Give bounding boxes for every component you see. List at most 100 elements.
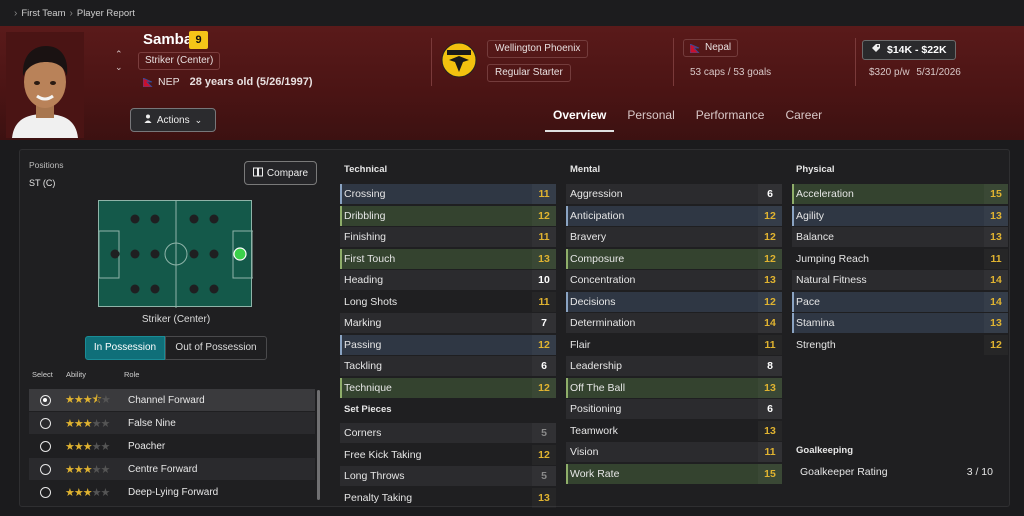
- attribute-value: 12: [532, 206, 556, 226]
- club-name[interactable]: Wellington Phoenix: [487, 40, 589, 58]
- player-nav[interactable]: ⌃ ⌄: [115, 48, 123, 74]
- attribute-row[interactable]: Positioning 6: [566, 399, 782, 419]
- attribute-row[interactable]: Free Kick Taking 12: [340, 445, 556, 465]
- role-radio[interactable]: [40, 394, 51, 406]
- attribute-name: First Touch: [344, 252, 396, 265]
- role-row[interactable]: ★★★★★ Poacher: [29, 435, 315, 457]
- attribute-row[interactable]: First Touch 13: [340, 248, 556, 269]
- attribute-row[interactable]: Teamwork 13: [566, 421, 782, 441]
- role-row[interactable]: ★★★★★ Deep-Lying Forward: [29, 481, 315, 503]
- attribute-value: 14: [984, 270, 1008, 290]
- role-radio[interactable]: [40, 440, 51, 452]
- in-possession-toggle[interactable]: In Possession: [85, 336, 165, 360]
- roles-scrollbar[interactable]: [317, 390, 320, 500]
- attribute-row[interactable]: Work Rate 15: [566, 463, 782, 484]
- breadcrumb-player-report[interactable]: Player Report: [77, 8, 135, 19]
- player-header: ⌃ ⌄ Samba 9 Striker (Center) NEP 28 year…: [0, 26, 1024, 140]
- star-icon: ★: [65, 440, 75, 453]
- attribute-row[interactable]: Anticipation 12: [566, 205, 782, 226]
- chevron-up-icon[interactable]: ⌃: [115, 48, 123, 61]
- attribute-row[interactable]: Flair 11: [566, 335, 782, 355]
- attribute-row[interactable]: Crossing 11: [340, 184, 556, 204]
- attribute-row[interactable]: Penalty Taking 13: [340, 488, 556, 508]
- attribute-row[interactable]: Vision 11: [566, 442, 782, 462]
- actions-button[interactable]: Actions ⌄: [130, 108, 216, 132]
- tab-performance[interactable]: Performance: [688, 106, 773, 132]
- attribute-row[interactable]: Finishing 11: [340, 227, 556, 247]
- star-icon: ★: [91, 486, 102, 499]
- out-of-possession-toggle[interactable]: Out of Possession: [165, 336, 267, 360]
- selected-position-name: Striker (Center): [141, 314, 211, 325]
- role-name: Channel Forward: [128, 394, 205, 406]
- attribute-name: Positioning: [570, 403, 622, 415]
- attribute-row[interactable]: Long Throws 5: [340, 466, 556, 486]
- attribute-row[interactable]: Composure 12: [566, 248, 782, 269]
- role-radio[interactable]: [40, 486, 51, 498]
- role-radio[interactable]: [40, 463, 51, 475]
- attribute-name: Jumping Reach: [796, 252, 869, 265]
- star-icon: ★: [65, 417, 75, 430]
- attribute-row[interactable]: Acceleration 15: [792, 184, 1008, 204]
- attribute-row[interactable]: Tackling 6: [340, 356, 556, 376]
- wage: $320 p/w: [869, 67, 910, 78]
- attribute-row[interactable]: Jumping Reach 11: [792, 249, 1008, 269]
- role-row[interactable]: ★★★★★ False Nine: [29, 412, 315, 434]
- star-icon: ★: [65, 463, 75, 476]
- star-icon: ★: [73, 393, 84, 406]
- role-row[interactable]: ★★★⯪★ Channel Forward: [29, 389, 315, 411]
- attribute-row[interactable]: Balance 13: [792, 227, 1008, 247]
- attribute-name: Tackling: [344, 360, 382, 372]
- nation-name: Nepal: [705, 42, 732, 53]
- attribute-row[interactable]: Pace 14: [792, 291, 1008, 312]
- attribute-row[interactable]: Passing 12: [340, 334, 556, 355]
- contract-expiry: 5/31/2026: [916, 67, 961, 78]
- attribute-row[interactable]: Natural Fitness 14: [792, 270, 1008, 290]
- attribute-value: 13: [758, 378, 782, 398]
- positions-value: ST (C): [29, 178, 56, 188]
- star-icon: ★: [82, 463, 93, 476]
- tab-personal[interactable]: Personal: [619, 106, 682, 132]
- role-radio[interactable]: [40, 417, 51, 429]
- attribute-row[interactable]: Marking 7: [340, 313, 556, 333]
- compare-button[interactable]: Compare: [244, 161, 317, 185]
- profile-tabs: Overview Personal Performance Career: [545, 106, 835, 132]
- attribute-row[interactable]: Concentration 13: [566, 270, 782, 290]
- attribute-value: 13: [758, 421, 782, 441]
- attribute-value: 12: [532, 445, 556, 465]
- nation-pill[interactable]: Nepal: [683, 39, 739, 57]
- attribute-row[interactable]: Stamina 13: [792, 313, 1008, 333]
- chevron-down-icon[interactable]: ⌄: [115, 61, 123, 74]
- attribute-row[interactable]: Heading 10: [340, 270, 556, 290]
- attribute-name: Dribbling: [344, 209, 386, 222]
- chevron-down-icon: ⌄: [194, 114, 203, 125]
- tab-overview[interactable]: Overview: [545, 106, 615, 132]
- attribute-value: 12: [984, 335, 1008, 355]
- attribute-name: Teamwork: [570, 424, 618, 437]
- transfer-value: $14K - $22K: [862, 40, 956, 60]
- role-ability-stars: ★★★★★: [65, 463, 110, 476]
- attribute-row[interactable]: Aggression 6: [566, 184, 782, 204]
- nepal-flag-icon: [690, 44, 700, 53]
- attribute-row[interactable]: Technique 12: [340, 377, 556, 398]
- attribute-row[interactable]: Determination 14: [566, 313, 782, 333]
- role-name: Poacher: [128, 440, 166, 452]
- attribute-row[interactable]: Decisions 12: [566, 291, 782, 312]
- position-pill: Striker (Center): [138, 52, 221, 70]
- attribute-row[interactable]: Agility 13: [792, 205, 1008, 226]
- caps-goals: 53 caps / 53 goals: [690, 67, 772, 78]
- attribute-row[interactable]: Corners 5: [340, 423, 556, 443]
- attribute-row[interactable]: Off The Ball 13: [566, 377, 782, 398]
- breadcrumb-first-team[interactable]: First Team: [21, 8, 65, 19]
- attribute-name: Strength: [796, 338, 836, 351]
- attribute-row[interactable]: Bravery 12: [566, 227, 782, 247]
- tab-career[interactable]: Career: [777, 106, 830, 132]
- attribute-row[interactable]: Dribbling 12: [340, 205, 556, 226]
- attribute-row[interactable]: Leadership 8: [566, 356, 782, 376]
- attribute-row[interactable]: Strength 12: [792, 335, 1008, 355]
- price-tag-icon: [871, 41, 881, 59]
- attribute-row[interactable]: Long Shots 11: [340, 292, 556, 312]
- attribute-value: 13: [984, 206, 1008, 226]
- attribute-value: 13: [532, 488, 556, 508]
- attribute-value: 13: [758, 270, 782, 290]
- role-row[interactable]: ★★★★★ Centre Forward: [29, 458, 315, 480]
